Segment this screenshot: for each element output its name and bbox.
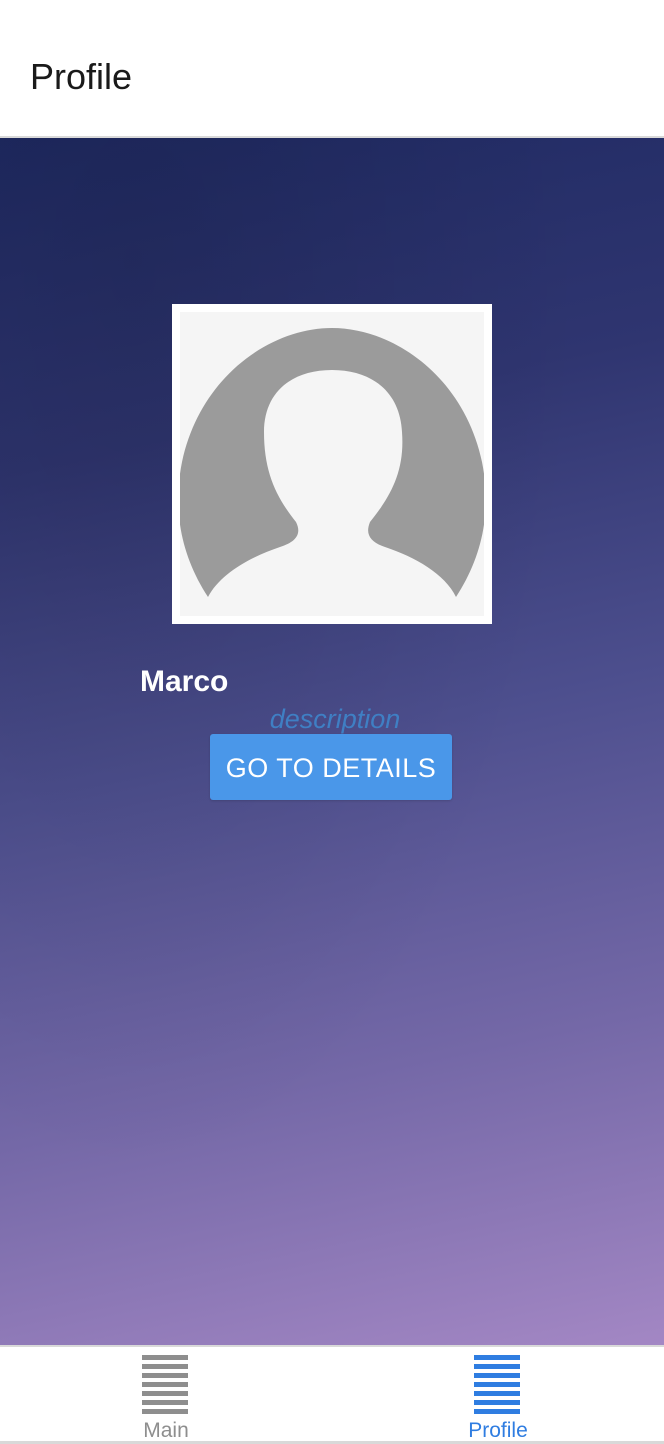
tab-profile-label: Profile [468, 1419, 528, 1442]
menu-lines-icon [474, 1355, 520, 1415]
tab-main-label: Main [143, 1419, 189, 1442]
app-root: Profile Marco description GO TO DETAILS [0, 0, 664, 1444]
avatar [172, 304, 492, 624]
tab-profile[interactable]: Profile [332, 1347, 664, 1444]
user-name: Marco [140, 665, 229, 698]
go-to-details-button[interactable]: GO TO DETAILS [210, 734, 452, 800]
user-description: description [269, 704, 401, 734]
bottom-tab-bar: Main Profile [0, 1345, 664, 1444]
default-user-silhouette-icon [180, 312, 484, 616]
profile-content[interactable]: Marco description GO TO DETAILS [0, 138, 664, 1345]
page-title: Profile [30, 56, 133, 97]
nav-header: Profile [0, 0, 664, 138]
avatar-image [180, 312, 484, 616]
tab-main[interactable]: Main [0, 1347, 332, 1444]
menu-lines-icon [142, 1355, 188, 1415]
